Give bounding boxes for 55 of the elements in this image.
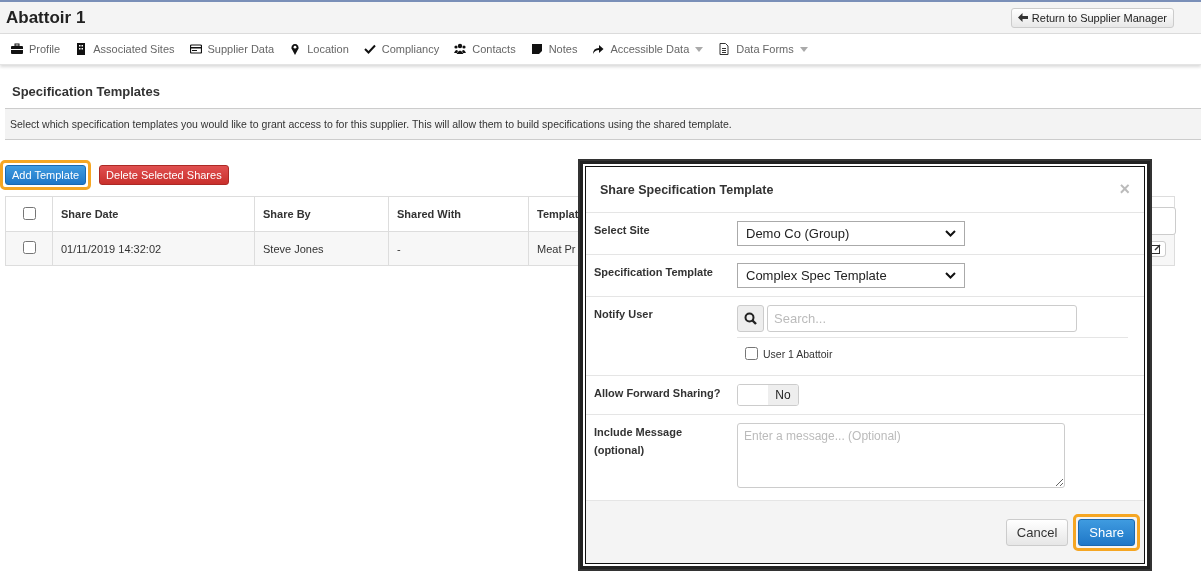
check-icon (363, 43, 376, 55)
share-arrow-icon (592, 43, 605, 55)
nav-link[interactable]: Data Forms (718, 43, 808, 55)
briefcase-icon (11, 43, 23, 55)
table-cell: Steve Jones (263, 242, 324, 255)
column-header: Share Date (61, 208, 119, 220)
column-header: Share By (263, 208, 311, 220)
field-label: Include Message (optional) (594, 425, 684, 458)
nav-link[interactable]: Accessible Data (592, 43, 704, 55)
checkbox[interactable] (22, 206, 36, 220)
field-label: Allow Forward Sharing? (594, 386, 722, 401)
chevron-down-icon (945, 230, 956, 237)
select-dropdown[interactable]: Complex Spec Template (737, 263, 965, 288)
modal-title: Share Specification Template (600, 182, 774, 197)
description-text: Select which specification templates you would like to grant access to for this supplier. This will allow them to build specifications using the shared template. (10, 118, 732, 130)
action-button[interactable]: Delete Selected Shares (99, 165, 229, 185)
column-header: Templat (537, 208, 579, 220)
nav-link[interactable]: Associated Sites (75, 43, 175, 55)
dialog-button[interactable]: Cancel (1005, 518, 1069, 546)
document-icon (718, 43, 731, 55)
note-icon (530, 43, 543, 55)
users-icon (454, 43, 467, 55)
field-label: Select Site (594, 223, 651, 238)
field-label: Notify User (594, 307, 654, 322)
checkbox[interactable] (745, 347, 758, 360)
nav-link[interactable]: Location (289, 43, 349, 55)
dialog-button[interactable]: Share (1078, 518, 1135, 546)
card-icon (189, 43, 202, 55)
search-field[interactable]: Search... (767, 305, 1077, 332)
table-cell: - (397, 242, 401, 255)
toggle-switch[interactable]: No (737, 384, 799, 406)
section-title: Specification Templates (12, 84, 161, 99)
table-cell: Meat Pr (537, 242, 576, 255)
field-label: Specification Template (594, 265, 714, 280)
checkbox[interactable] (22, 241, 36, 254)
nav-link[interactable]: Contacts (454, 43, 516, 55)
chevron-down-icon (945, 272, 956, 279)
select-dropdown[interactable]: Demo Co (Group) (737, 221, 965, 246)
table-cell: 01/11/2019 14:32:02 (61, 242, 162, 255)
arrow-left-icon (1017, 13, 1028, 22)
nav-link[interactable]: Profile (11, 43, 61, 55)
pin-icon (289, 43, 302, 55)
edit-icon (1151, 243, 1161, 254)
message-field[interactable]: Enter a message... (Optional) (737, 423, 1065, 488)
nav-link[interactable]: Supplier Data (189, 43, 275, 55)
action-button[interactable]: Add Template (5, 165, 87, 185)
search-button[interactable] (737, 305, 764, 332)
nav-link[interactable]: Compliancy (363, 43, 440, 55)
nav-link[interactable]: Notes (530, 43, 578, 55)
building-icon (75, 43, 88, 55)
search-icon (744, 312, 757, 325)
column-header: Shared With (397, 208, 462, 220)
page-title: Abattoir 1 (6, 7, 86, 28)
return-button[interactable]: Return to Supplier Manager (1010, 7, 1174, 28)
user-name: User 1 Abattoir (763, 347, 833, 360)
